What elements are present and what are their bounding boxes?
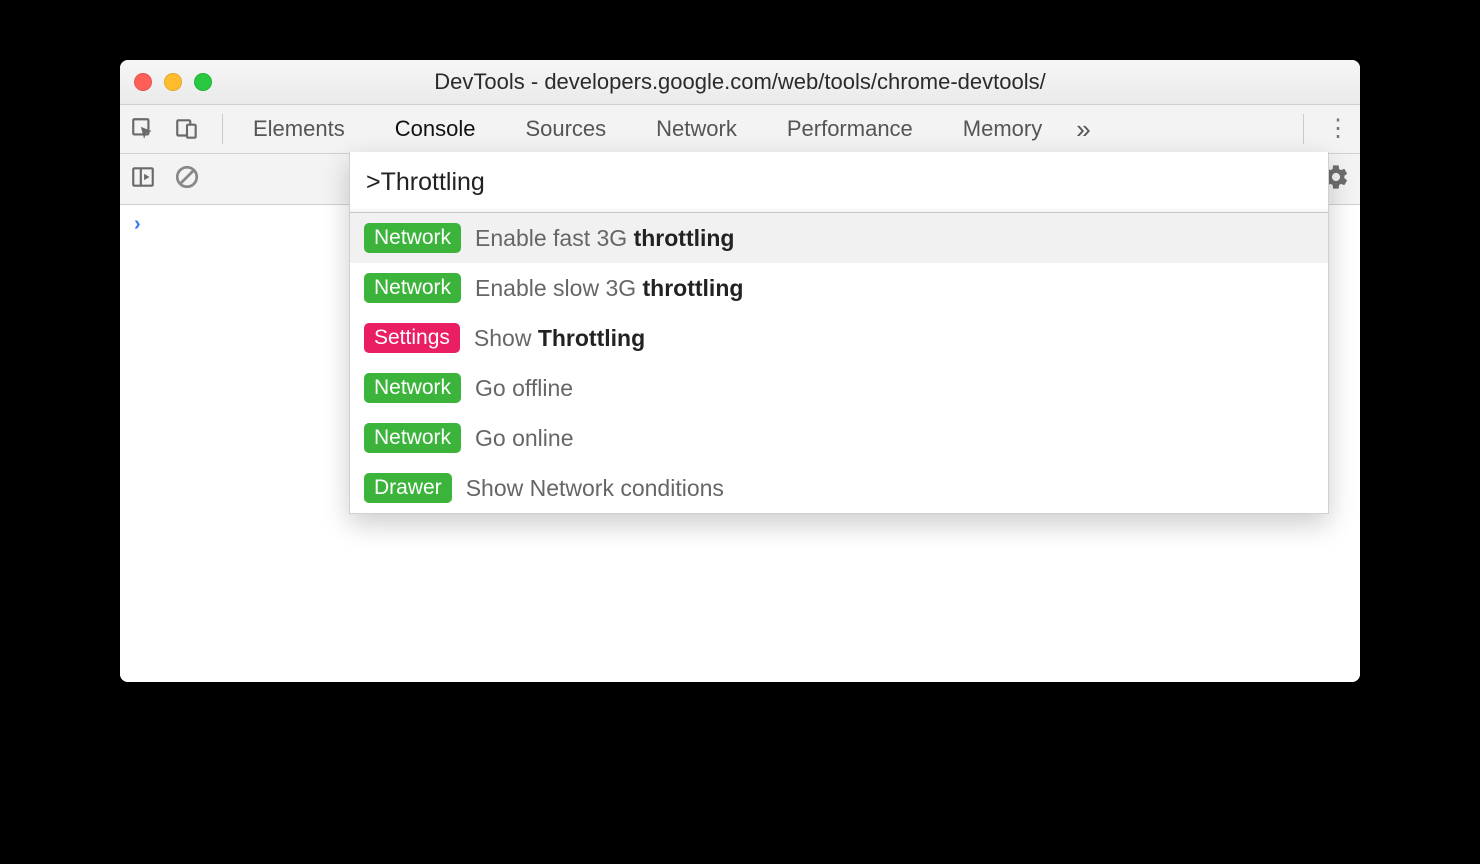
more-menu-icon[interactable]: ⋮: [1326, 117, 1350, 141]
command-result[interactable]: Network Go offline: [350, 363, 1328, 413]
tab-network[interactable]: Network: [648, 116, 745, 142]
command-result-label: Show Throttling: [474, 325, 645, 352]
toolbar-separator: [222, 114, 223, 144]
command-result-label: Show Network conditions: [466, 475, 724, 502]
category-badge: Network: [364, 423, 461, 453]
command-result[interactable]: Network Go online: [350, 413, 1328, 463]
command-result[interactable]: Network Enable slow 3G throttling: [350, 263, 1328, 313]
command-result-label: Go online: [475, 425, 573, 452]
command-result-label: Enable fast 3G throttling: [475, 225, 734, 252]
tab-performance[interactable]: Performance: [779, 116, 921, 142]
command-palette: Network Enable fast 3G throttling Network E…: [349, 152, 1329, 514]
category-badge: Settings: [364, 323, 460, 353]
category-badge: Network: [364, 273, 461, 303]
tabs: Elements Console Sources Network Performance…: [245, 116, 1050, 142]
clear-console-icon[interactable]: [174, 164, 200, 195]
console-prompt-chevron-icon: ›: [134, 213, 141, 236]
category-badge: Drawer: [364, 473, 452, 503]
command-result-label: Go offline: [475, 375, 573, 402]
tab-elements[interactable]: Elements: [245, 116, 353, 142]
main-toolbar: Elements Console Sources Network Performance…: [120, 105, 1360, 154]
zoom-window-button[interactable]: [194, 73, 212, 91]
device-toggle-icon[interactable]: [174, 116, 200, 142]
toolbar-separator: [1303, 114, 1304, 144]
titlebar: DevTools - developers.google.com/web/too…: [120, 60, 1360, 105]
command-palette-search: [350, 152, 1328, 213]
devtools-window: DevTools - developers.google.com/web/too…: [120, 60, 1360, 682]
window-title: DevTools - developers.google.com/web/too…: [120, 69, 1360, 95]
command-result[interactable]: Network Enable fast 3G throttling: [350, 213, 1328, 263]
tab-sources[interactable]: Sources: [517, 116, 614, 142]
tab-memory[interactable]: Memory: [955, 116, 1050, 142]
category-badge: Network: [364, 373, 461, 403]
tabs-overflow-button[interactable]: »: [1068, 114, 1098, 145]
window-controls: [134, 73, 212, 91]
console-toolbar: NetworkEnable fast 3G throttlingNetworkE…: [120, 154, 1360, 205]
sidebar-toggle-icon[interactable]: [130, 164, 156, 195]
tab-console[interactable]: Console: [387, 116, 484, 142]
command-result[interactable]: Drawer Show Network conditions: [350, 463, 1328, 513]
command-result-label: Enable slow 3G throttling: [475, 275, 743, 302]
inspect-element-icon[interactable]: [130, 116, 156, 142]
minimize-window-button[interactable]: [164, 73, 182, 91]
command-result[interactable]: Settings Show Throttling: [350, 313, 1328, 363]
close-window-button[interactable]: [134, 73, 152, 91]
category-badge: Network: [364, 223, 461, 253]
command-palette-input[interactable]: [364, 167, 1314, 198]
